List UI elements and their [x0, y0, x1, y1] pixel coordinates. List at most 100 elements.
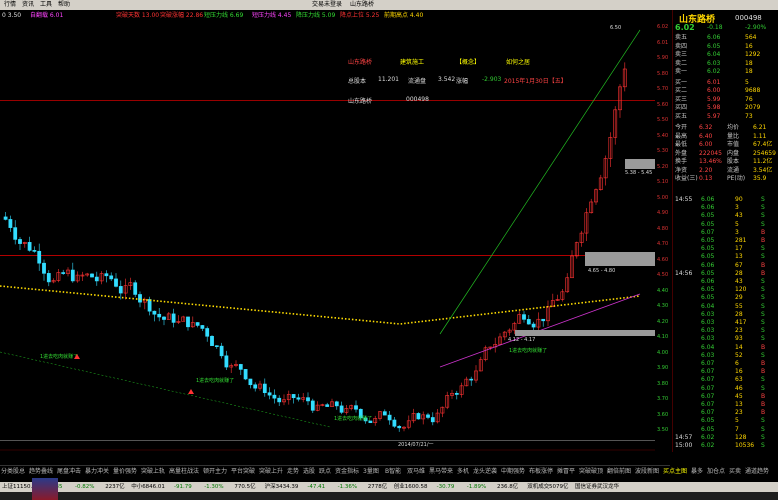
- zone-label: 4.12 - 4.17: [508, 337, 535, 343]
- tick-volume: 28: [735, 310, 743, 318]
- formula-tab[interactable]: 暴力冲关: [85, 468, 109, 476]
- formula-tab[interactable]: 高量柱战法: [169, 468, 199, 476]
- tick-volume: 120: [735, 286, 747, 294]
- price-tick: 5.80: [657, 70, 669, 77]
- order-price: 6.05: [707, 42, 721, 50]
- formula-tab[interactable]: 平台突破: [231, 468, 255, 476]
- price-tick: 5.60: [657, 101, 669, 108]
- stat-label: 股本: [727, 158, 740, 165]
- formula-tab[interactable]: 分类股总: [1, 468, 25, 476]
- stat-label: 量比: [727, 132, 740, 140]
- popup-float-label: 流通盘: [408, 78, 427, 85]
- formula-tab[interactable]: 走势: [287, 468, 299, 476]
- formula-tab[interactable]: 选股: [303, 468, 315, 476]
- status-item: -30.79: [436, 484, 455, 490]
- popup-sector: 建筑施工: [400, 59, 425, 66]
- popup-total-shares: 11.201: [378, 76, 399, 83]
- order-price: 5.97: [707, 112, 721, 120]
- candle-body: [114, 278, 118, 287]
- candle-body: [243, 369, 248, 380]
- menu-item-tools[interactable]: 工具: [40, 1, 52, 9]
- zone-label: 5.38 - 5.45: [625, 170, 652, 176]
- menu-item-quote[interactable]: 行情: [4, 1, 16, 9]
- candle-body: [253, 384, 258, 389]
- price-tick: 4.10: [657, 334, 669, 340]
- candle-body: [162, 316, 166, 320]
- order-volume: 16: [745, 42, 753, 50]
- formula-tab[interactable]: 布板涨停: [529, 468, 553, 476]
- order-label: 买四: [675, 104, 688, 111]
- candle-body: [186, 316, 190, 328]
- tick-volume: 7: [735, 425, 739, 433]
- tick-price: 6.07: [701, 228, 715, 236]
- tick-price: 6.07: [701, 384, 715, 392]
- price-tick: 5.00: [657, 194, 669, 201]
- menu-item-news[interactable]: 资讯: [22, 1, 34, 9]
- formula-tab[interactable]: 3量图: [363, 468, 379, 476]
- popup-concept-name: 如何之居: [506, 59, 531, 66]
- candle-body: [397, 425, 402, 429]
- formula-tab[interactable]: 翻倍前图: [607, 468, 631, 476]
- formula-tab[interactable]: 摊冒平: [557, 468, 575, 476]
- tick-volume: 28: [735, 269, 743, 277]
- formula-tab[interactable]: 尾盘冲击: [57, 468, 81, 476]
- tick-price: 6.04: [701, 302, 715, 310]
- tick-price: 6.05: [701, 220, 715, 228]
- status-item: -1.30%: [204, 484, 224, 490]
- formula-tab[interactable]: 买卖: [729, 468, 741, 476]
- order-price: 6.01: [707, 78, 721, 86]
- stat-label: 收益(三): [675, 175, 698, 182]
- tick-row: 6.05 13 S: [673, 253, 778, 261]
- formula-tab[interactable]: 突破破顶: [579, 468, 603, 476]
- tick-price: 6.03: [701, 351, 715, 359]
- chart-high-label: 6.50: [610, 25, 621, 31]
- formula-tab[interactable]: 龙头逆袭: [473, 468, 497, 476]
- tick-row: 6.03 93 S: [673, 335, 778, 343]
- quote-price: 6.02: [675, 23, 695, 32]
- formula-tab[interactable]: 双马维: [407, 468, 425, 476]
- formula-tab[interactable]: 暴多: [691, 468, 703, 476]
- order-label: 卖二: [675, 59, 688, 67]
- candle-body: [454, 392, 459, 395]
- formula-tab[interactable]: 量价强势: [113, 468, 137, 476]
- formula-tab[interactable]: 跃点: [319, 468, 331, 476]
- order-label: 买二: [675, 87, 688, 94]
- stat-value: 67.4亿: [753, 141, 773, 148]
- formula-tab[interactable]: 加仓点: [707, 468, 725, 476]
- candle-body: [426, 414, 430, 418]
- price-tick: 5.10: [657, 179, 669, 185]
- formula-tab[interactable]: 趋势叠线: [29, 468, 53, 476]
- candle-body: [70, 269, 75, 282]
- formula-tab[interactable]: 通道趋势: [745, 468, 769, 476]
- stat-value: 1.11: [753, 132, 767, 140]
- formula-tab[interactable]: 突破上升: [259, 468, 283, 476]
- tick-price: 6.07: [701, 360, 715, 367]
- formula-tab[interactable]: 波段新图: [635, 468, 659, 476]
- candle-body: [109, 275, 114, 280]
- formula-tab[interactable]: B智能: [385, 468, 401, 476]
- indicator-1: 自翻载 6.01: [30, 12, 64, 19]
- price-tick: 6.02: [657, 24, 669, 30]
- formula-tab[interactable]: 突破上轨: [141, 468, 165, 476]
- formula-tab[interactable]: 多机: [457, 468, 469, 476]
- tick-volume: 128: [735, 433, 747, 441]
- formula-tab[interactable]: 黑马带来: [429, 468, 453, 476]
- formula-tab[interactable]: 买点主图: [663, 468, 687, 476]
- candle-body: [104, 273, 109, 277]
- formula-tab[interactable]: 顿开主力: [203, 468, 227, 476]
- stat-row: 换手 13.46% 股本 11.2亿: [673, 158, 778, 166]
- tick-row: 6.03 28 S: [673, 311, 778, 319]
- candle-body: [8, 219, 13, 228]
- formula-tab[interactable]: 资金指标: [335, 468, 359, 476]
- tick-side: S: [761, 335, 765, 343]
- candle-body: [238, 364, 243, 370]
- candle-body: [354, 405, 358, 410]
- menu-item-help[interactable]: 帮助: [58, 1, 70, 9]
- candle-body: [94, 276, 99, 282]
- candle-body: [541, 318, 546, 322]
- zone-box: [585, 252, 655, 266]
- stat-row: 最高 6.40 量比 1.11: [673, 133, 778, 141]
- candle-body: [152, 310, 157, 315]
- formula-tab[interactable]: 中期强势: [501, 468, 525, 476]
- menu-bar: 行情 资讯 工具 帮助 交易未登录 山东路桥: [0, 0, 778, 10]
